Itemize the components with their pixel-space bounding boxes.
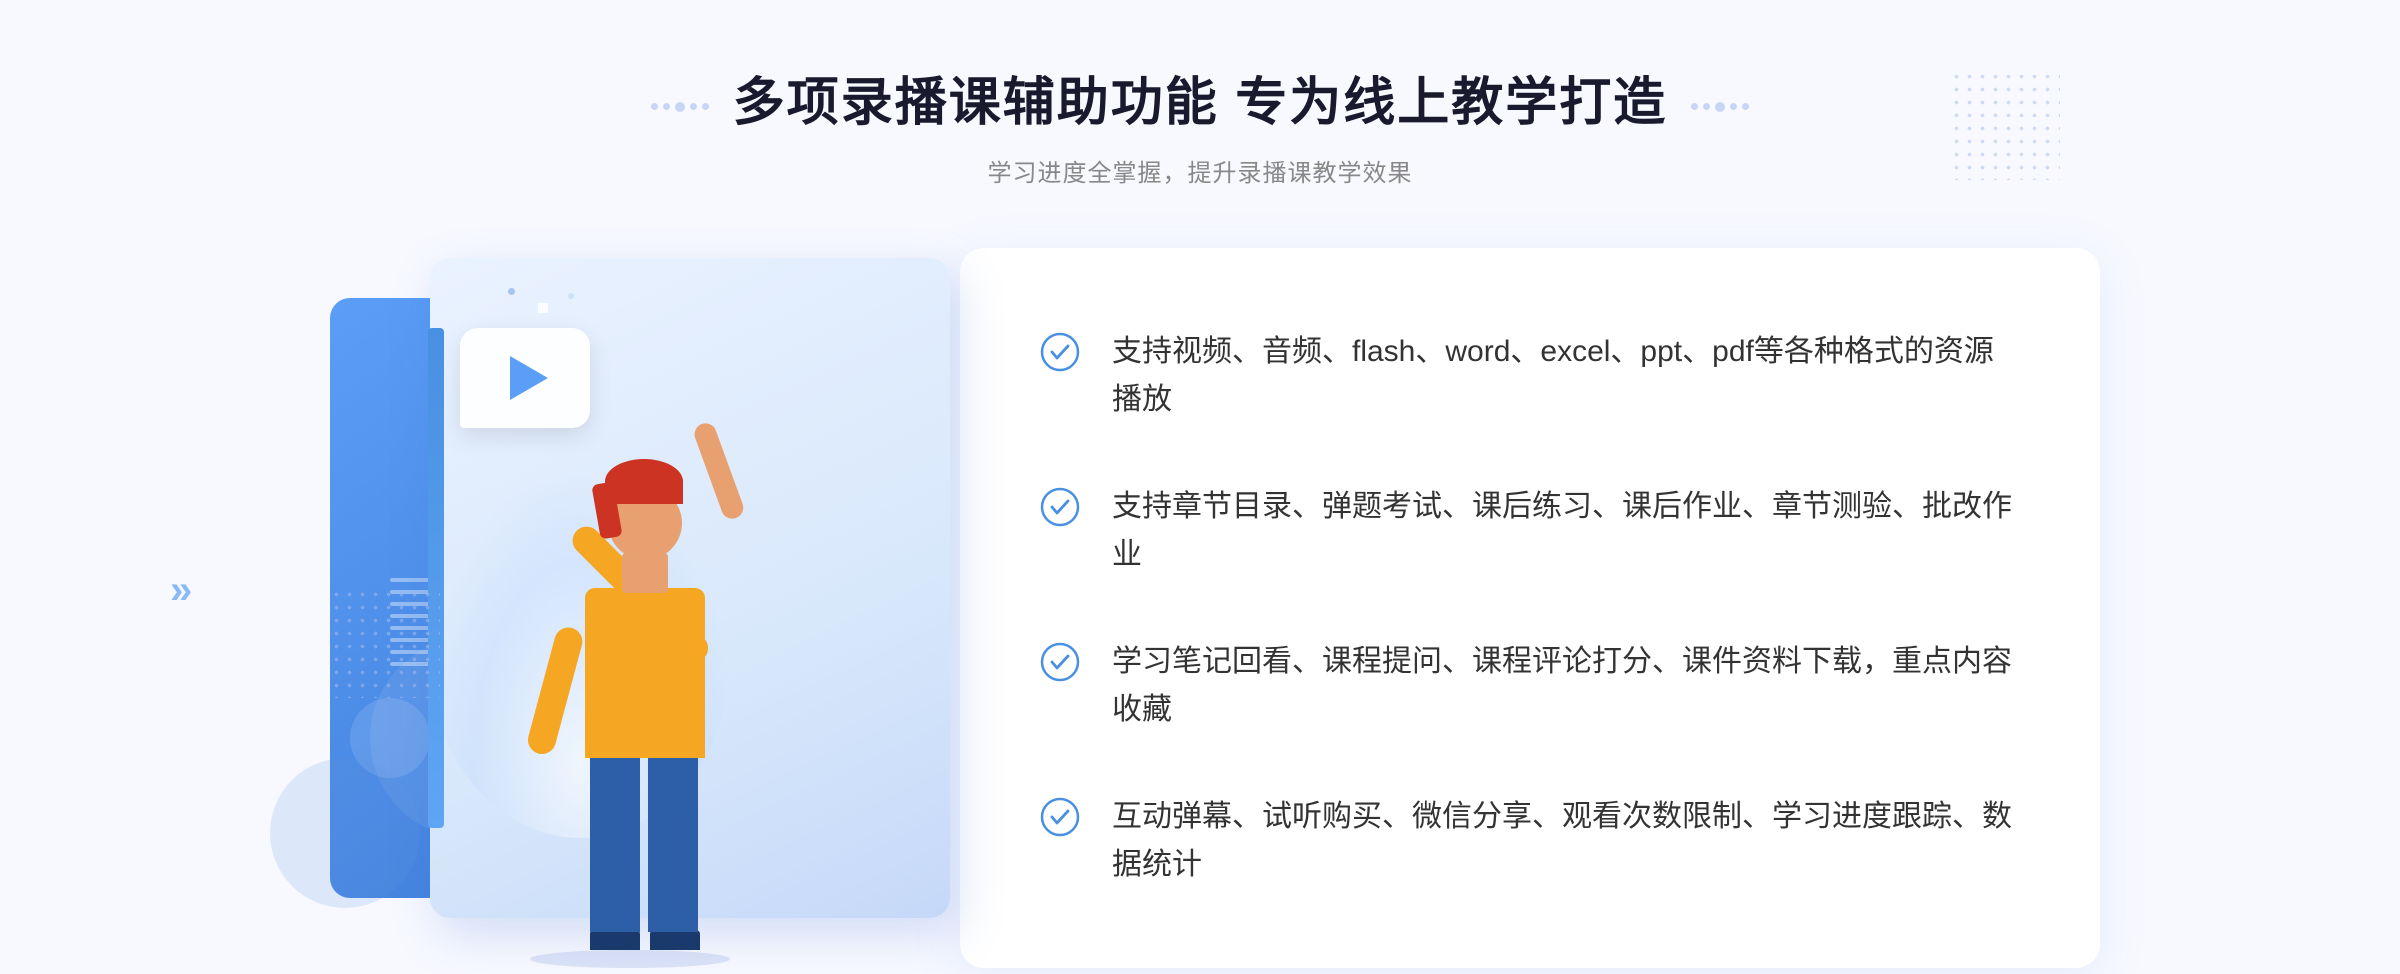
dot-pattern-left [330,588,440,698]
chevron-left-deco: » [170,568,192,613]
feature-item-3: 学习笔记回看、课程提问、课程评论打分、课件资料下载，重点内容收藏 [1040,638,2020,734]
feature-text-4: 互动弹幕、试听购买、微信分享、观看次数限制、学习进度跟踪、数据统计 [1112,793,2020,889]
check-circle-svg-1 [1040,332,1080,372]
shoe-left [590,930,640,950]
arm-left [525,624,586,757]
check-icon-3 [1040,642,1080,687]
check-icon-1 [1040,332,1080,377]
sparkle-dot-2 [508,288,515,295]
feature-item-2: 支持章节目录、弹题考试、课后练习、课后作业、章节测验、批改作业 [1040,483,2020,579]
title-divider: 多项录播课辅助功能 专为线上教学打造 [651,60,1749,153]
bottom-left-circle [270,758,420,908]
divider-dot-6 [1691,103,1698,110]
left-divider-dots [651,102,709,112]
check-circle-svg-2 [1040,487,1080,527]
dot-pattern-top-right [1950,70,2060,180]
divider-dot-2 [663,103,670,110]
sparkle-dot-3 [568,293,574,299]
illustration-area: » [300,248,980,968]
divider-dot-1 [651,103,658,110]
divider-dot-7 [1703,103,1710,110]
leg-left [590,752,640,932]
feature-item-4: 互动弹幕、试听购买、微信分享、观看次数限制、学习进度跟踪、数据统计 [1040,793,2020,889]
divider-dot-9 [1730,103,1737,110]
feature-item-1: 支持视频、音频、flash、word、excel、ppt、pdf等各种格式的资源… [1040,328,2020,424]
shoe-right [650,930,700,950]
main-title: 多项录播课辅助功能 专为线上教学打造 [733,60,1667,135]
header-section: 多项录播课辅助功能 专为线上教学打造 学习进度全掌握，提升录播课教学效果 [651,60,1749,188]
blue-accent-bar [428,328,444,828]
feature-text-3: 学习笔记回看、课程提问、课程评论打分、课件资料下载，重点内容收藏 [1112,638,2020,734]
check-circle-svg-3 [1040,642,1080,682]
divider-dot-10 [1742,103,1749,110]
feature-text-2: 支持章节目录、弹题考试、课后练习、课后作业、章节测验、批改作业 [1112,483,2020,579]
arm-right-lower [691,420,746,521]
divider-dot-5 [702,103,709,110]
divider-dot-3 [675,102,685,112]
person-shadow [530,950,730,968]
check-circle-svg-4 [1040,797,1080,837]
features-area: 支持视频、音频、flash、word、excel、ppt、pdf等各种格式的资源… [960,248,2100,968]
right-divider-dots [1691,102,1749,112]
sub-title: 学习进度全掌握，提升录播课教学效果 [651,153,1749,188]
person-figure [500,308,780,968]
check-icon-2 [1040,487,1080,532]
divider-dot-4 [690,103,697,110]
divider-dot-8 [1715,102,1725,112]
page-container: 多项录播课辅助功能 专为线上教学打造 学习进度全掌握，提升录播课教学效果 [0,0,2400,974]
hair [605,459,683,504]
feature-text-1: 支持视频、音频、flash、word、excel、ppt、pdf等各种格式的资源… [1112,328,2020,424]
content-section: » 支持视频、音频、flash、word、excel、ppt、pdf等各种格式的… [300,248,2100,968]
check-icon-4 [1040,797,1080,842]
leg-right [648,752,698,932]
